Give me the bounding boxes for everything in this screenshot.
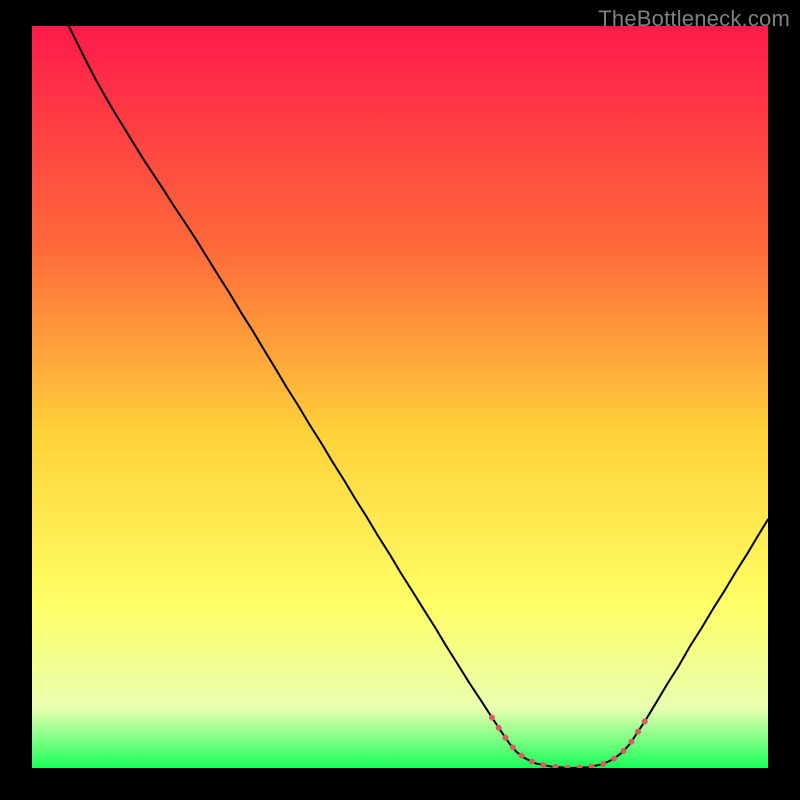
chart-svg [32, 26, 768, 768]
gradient-background [32, 26, 768, 768]
plot-area [32, 26, 768, 768]
chart-container: TheBottleneck.com [0, 0, 800, 800]
